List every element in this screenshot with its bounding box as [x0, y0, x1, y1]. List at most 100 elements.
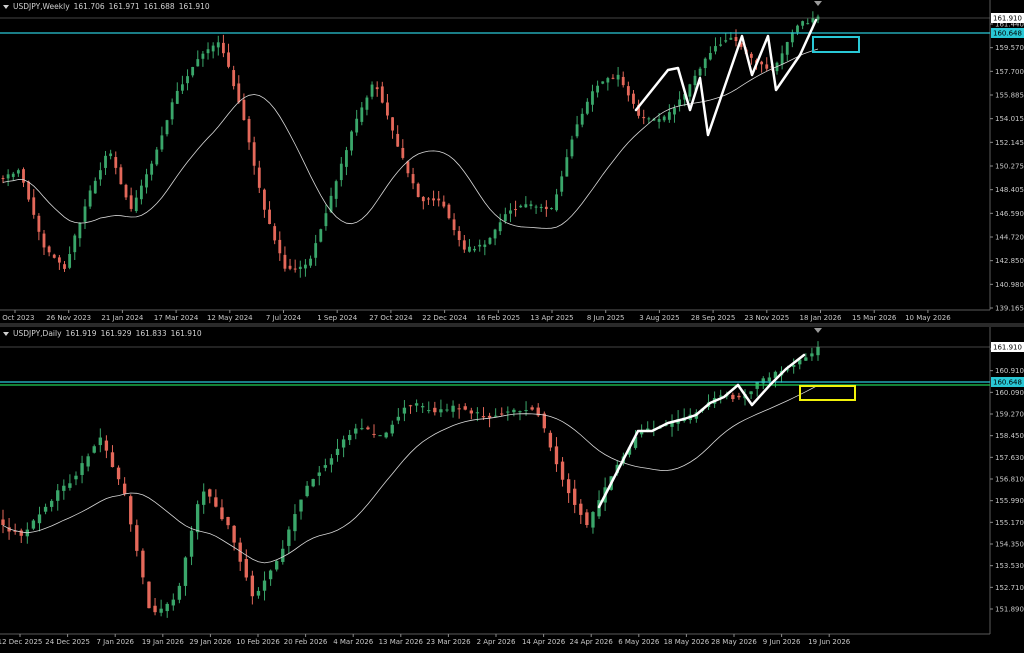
weekly-symbol: USDJPY,Weekly — [13, 2, 70, 11]
candle-body — [281, 548, 285, 562]
time-axis-label: 13 Mar 2026 — [379, 638, 424, 646]
candle-body — [437, 198, 441, 201]
time-axis-label: 18 May 2026 — [664, 638, 710, 646]
candle-body — [693, 75, 697, 86]
candle-body — [452, 219, 456, 231]
candle-body — [524, 204, 528, 208]
candle-body — [432, 198, 435, 201]
candle-body — [390, 424, 394, 434]
weekly-chart-pane[interactable]: USDJPY,Weekly 161.706 161.971 161.688 161.91… — [0, 0, 1024, 323]
candle-body — [542, 413, 546, 429]
candle-body — [462, 240, 466, 250]
candle-body — [391, 117, 394, 131]
candle-body — [506, 411, 510, 413]
candle-body — [19, 530, 23, 536]
candle-body — [299, 499, 303, 512]
candle-body — [170, 102, 174, 120]
candle-body — [420, 406, 425, 408]
candle-body — [698, 68, 702, 76]
candle-body — [591, 91, 594, 105]
candle-body — [591, 512, 595, 528]
candle-body — [427, 410, 431, 412]
candle-body — [68, 483, 72, 488]
candle-body — [445, 409, 449, 411]
candle-body — [447, 204, 451, 219]
candle-body — [421, 196, 425, 202]
price-axis-label: 148.405 — [995, 186, 1024, 194]
candle-body — [1, 519, 5, 526]
candle-body — [514, 209, 517, 211]
candle-body — [43, 506, 48, 512]
candle-body — [509, 210, 512, 214]
candle-body — [189, 530, 194, 557]
time-axis-label: 15 Mar 2026 — [852, 314, 897, 322]
candle-body — [801, 21, 805, 26]
candle-body — [524, 410, 528, 412]
candle-body — [109, 153, 113, 157]
candle-body — [122, 483, 127, 494]
target-zone-box — [799, 385, 856, 401]
time-axis-label: 10 May 2026 — [905, 314, 951, 322]
candle-body — [247, 118, 251, 143]
candle-body — [729, 37, 733, 40]
candle-body — [252, 142, 256, 166]
price-axis-label: 154.015 — [995, 115, 1024, 123]
candle-body — [52, 254, 56, 258]
candle-body — [518, 411, 522, 413]
candle-body — [554, 446, 559, 465]
candle-body — [544, 206, 548, 210]
candle-body — [104, 440, 109, 451]
candle-body — [575, 124, 579, 137]
candle-body — [402, 407, 407, 414]
daily-chart-canvas[interactable]: 161.730160.910160.090159.270158.450157.6… — [0, 327, 1024, 653]
price-axis-label: 144.720 — [995, 234, 1024, 242]
price-axis-label: 151.890 — [995, 606, 1024, 614]
candle-body — [221, 42, 225, 54]
candle-body — [114, 157, 118, 168]
candle-body — [749, 53, 753, 58]
candle-body — [177, 585, 182, 600]
time-axis-label: 16 Feb 2025 — [477, 314, 521, 322]
chart-shift-triangle-icon — [814, 328, 822, 333]
candle-body — [529, 204, 533, 207]
candle-body — [214, 497, 218, 507]
candle-body — [442, 201, 446, 207]
price-axis-label: 142.850 — [995, 257, 1024, 265]
price-axis-label: 155.170 — [995, 519, 1024, 527]
time-axis-label: 21 Jan 2024 — [101, 314, 144, 322]
candle-body — [503, 214, 507, 222]
weekly-open: 161.706 — [73, 2, 105, 11]
time-axis-label: 27 Oct 2024 — [369, 314, 413, 322]
candle-body — [317, 472, 321, 476]
candle-body — [355, 118, 359, 133]
candle-body — [534, 206, 538, 208]
candle-body — [396, 416, 401, 421]
time-axis-label: 14 Apr 2026 — [522, 638, 566, 646]
weekly-chart-canvas[interactable]: 161.440159.570157.700155.885154.015152.1… — [0, 0, 1024, 323]
weekly-close: 161.910 — [178, 2, 210, 11]
price-axis-label: 140.980 — [995, 281, 1024, 289]
candle-body — [42, 233, 46, 248]
candle-body — [150, 163, 154, 175]
candle-body — [186, 76, 189, 84]
candle-body — [311, 479, 315, 487]
candle-body — [134, 197, 138, 212]
candle-body — [57, 257, 61, 263]
price-axis-label: 152.145 — [995, 139, 1024, 147]
candle-body — [335, 448, 340, 456]
candle-body — [500, 413, 504, 415]
dropdown-triangle-icon[interactable] — [3, 332, 9, 336]
candle-body — [573, 488, 577, 505]
daily-chart-pane[interactable]: USDJPY,Daily 161.919 161.929 161.833 161.910… — [0, 327, 1024, 653]
candle-body — [196, 59, 200, 67]
candle-body — [806, 23, 810, 25]
candle-body — [411, 174, 415, 184]
pattern-trendline — [597, 353, 806, 509]
candle-body — [237, 83, 241, 103]
dropdown-triangle-icon[interactable] — [3, 5, 9, 9]
candle-body — [451, 405, 455, 412]
candle-body — [208, 489, 212, 497]
candle-body — [647, 118, 651, 120]
candle-body — [304, 264, 307, 269]
price-axis-label: 159.270 — [995, 411, 1024, 419]
